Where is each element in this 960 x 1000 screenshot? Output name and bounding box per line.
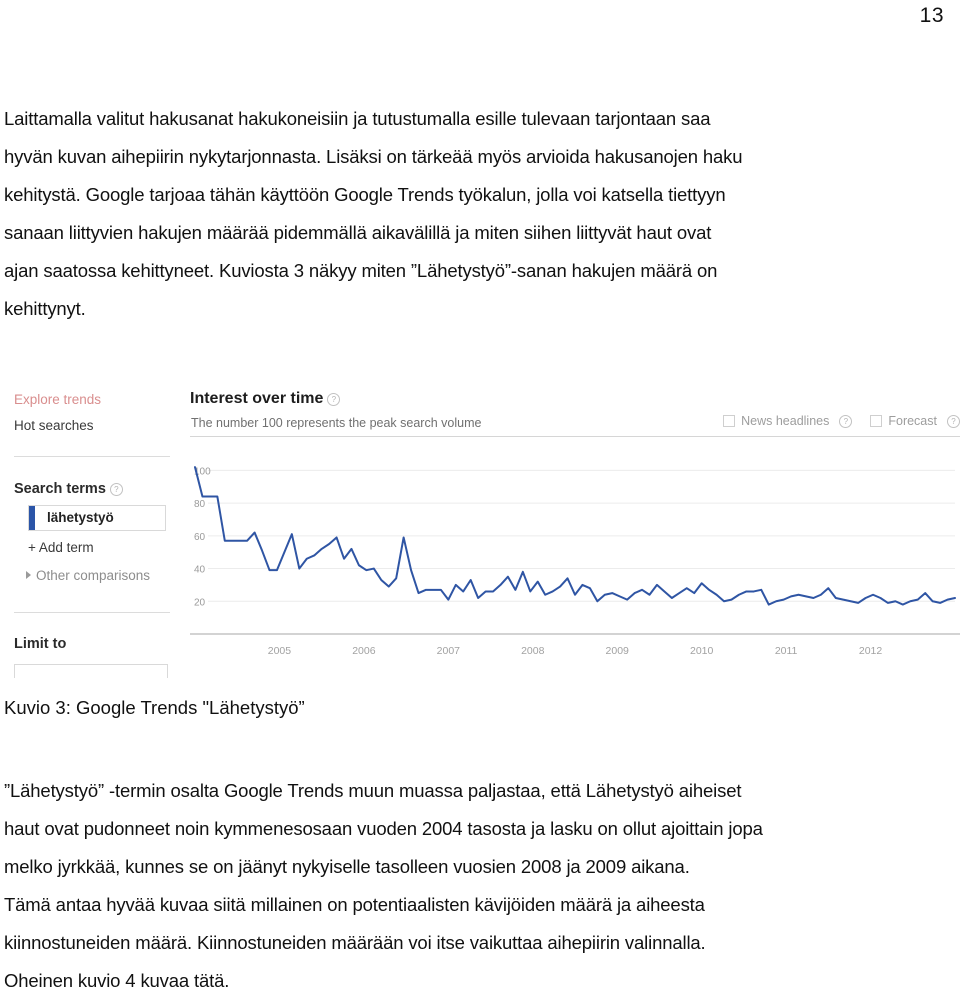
paragraph-line: ”Lähetystyö” -termin osalta Google Trend… [4, 780, 742, 801]
google-trends-screenshot: Explore trends Hot searches Search terms… [0, 378, 960, 678]
top-paragraph: Laittamalla valitut hakusanat hakukoneis… [4, 100, 956, 328]
svg-text:2005: 2005 [268, 645, 292, 657]
svg-text:2010: 2010 [690, 645, 714, 657]
sidebar-item-explore-trends[interactable]: Explore trends [14, 392, 101, 407]
chevron-right-icon [26, 571, 31, 579]
svg-text:2009: 2009 [606, 645, 630, 657]
sidebar-item-hot-searches[interactable]: Hot searches [14, 418, 94, 433]
interest-over-time-label: Interest over time [190, 390, 324, 407]
search-term-value: lähetystyö [47, 510, 114, 525]
svg-text:80: 80 [194, 499, 206, 510]
help-icon[interactable]: ? [109, 483, 123, 496]
help-icon[interactable]: ? [947, 414, 960, 428]
page-number: 13 [919, 4, 944, 27]
add-term-button[interactable]: + Add term [28, 540, 94, 555]
paragraph-line: haut ovat pudonneet noin kymmenesosaan v… [4, 818, 763, 839]
svg-text:2008: 2008 [521, 645, 545, 657]
paragraph-line: ajan saatossa kehittyneet. Kuviosta 3 nä… [4, 260, 718, 281]
paragraph-line: melko jyrkkää, kunnes se on jäänyt nykyi… [4, 856, 690, 877]
chart-gridlines [208, 469, 955, 602]
search-terms-heading: Search terms? [14, 481, 123, 497]
paragraph-line: sanaan liittyvien hakujen määrää pidemmä… [4, 222, 712, 243]
search-term-input[interactable]: lähetystyö [28, 505, 166, 531]
paragraph-line: kehittynyt. [4, 298, 86, 319]
interest-over-time-chart: 20 40 60 80 100 2005 2006 2007 2008 2009 2010 2011… [190, 444, 960, 676]
svg-text:2011: 2011 [775, 645, 798, 657]
limit-to-input[interactable] [14, 664, 168, 678]
paragraph-line: Tämä antaa hyvää kuvaa siitä millainen o… [4, 894, 705, 915]
interest-over-time-title: Interest over time? [190, 390, 341, 408]
trends-line-chart-svg: 20406080100 2005 2006 2007 2008 2009 2010 2011… [190, 466, 960, 657]
chart-x-tick-labels: 2005 2006 2007 2008 2009 2010 2011 2012 [268, 645, 883, 657]
checkbox-icon[interactable] [870, 415, 883, 427]
forecast-label: Forecast [888, 414, 937, 428]
other-comparisons-toggle[interactable]: Other comparisons [26, 568, 150, 583]
interest-over-time-subtitle: The number 100 represents the peak searc… [191, 416, 482, 430]
sidebar-divider [14, 456, 170, 457]
trends-sidebar: Explore trends Hot searches Search terms… [0, 378, 178, 678]
bottom-paragraph: ”Lähetystyö” -termin osalta Google Trend… [4, 772, 956, 1000]
figure-caption: Kuvio 3: Google Trends "Lähetystyö” [4, 697, 305, 718]
news-headlines-toggle[interactable]: News headlines ? [723, 414, 853, 428]
svg-text:40: 40 [194, 565, 206, 576]
paragraph-line: kiinnostuneiden määrä. Kiinnostuneiden m… [4, 932, 706, 953]
chart-y-tick-labels: 20406080100 [194, 466, 211, 608]
forecast-toggle[interactable]: Forecast ? [870, 414, 960, 428]
svg-text:60: 60 [194, 532, 206, 543]
paragraph-line: kehitystä. Google tarjoaa tähän käyttöön… [4, 184, 726, 205]
limit-to-heading: Limit to [14, 636, 67, 652]
other-comparisons-label: Other comparisons [36, 568, 151, 583]
help-icon[interactable]: ? [327, 393, 341, 406]
sidebar-divider [14, 612, 170, 613]
svg-text:2006: 2006 [352, 645, 376, 657]
paragraph-line: Laittamalla valitut hakusanat hakukoneis… [4, 108, 711, 129]
paragraph-line: hyvän kuvan aihepiirin nykytarjonnasta. … [4, 146, 743, 167]
svg-text:2007: 2007 [437, 645, 461, 657]
checkbox-icon[interactable] [723, 415, 736, 427]
trends-main-panel: Interest over time? The number 100 repre… [190, 378, 960, 678]
svg-text:2012: 2012 [859, 645, 883, 657]
svg-text:20: 20 [194, 597, 206, 608]
header-divider [190, 436, 960, 437]
chart-toggles: News headlines ? Forecast ? [723, 414, 960, 428]
help-icon[interactable]: ? [839, 414, 853, 428]
news-headlines-label: News headlines [741, 414, 830, 428]
series-color-swatch [29, 506, 35, 530]
paragraph-line: Oheinen kuvio 4 kuvaa tätä. [4, 970, 230, 991]
search-terms-label: Search terms [14, 481, 106, 497]
